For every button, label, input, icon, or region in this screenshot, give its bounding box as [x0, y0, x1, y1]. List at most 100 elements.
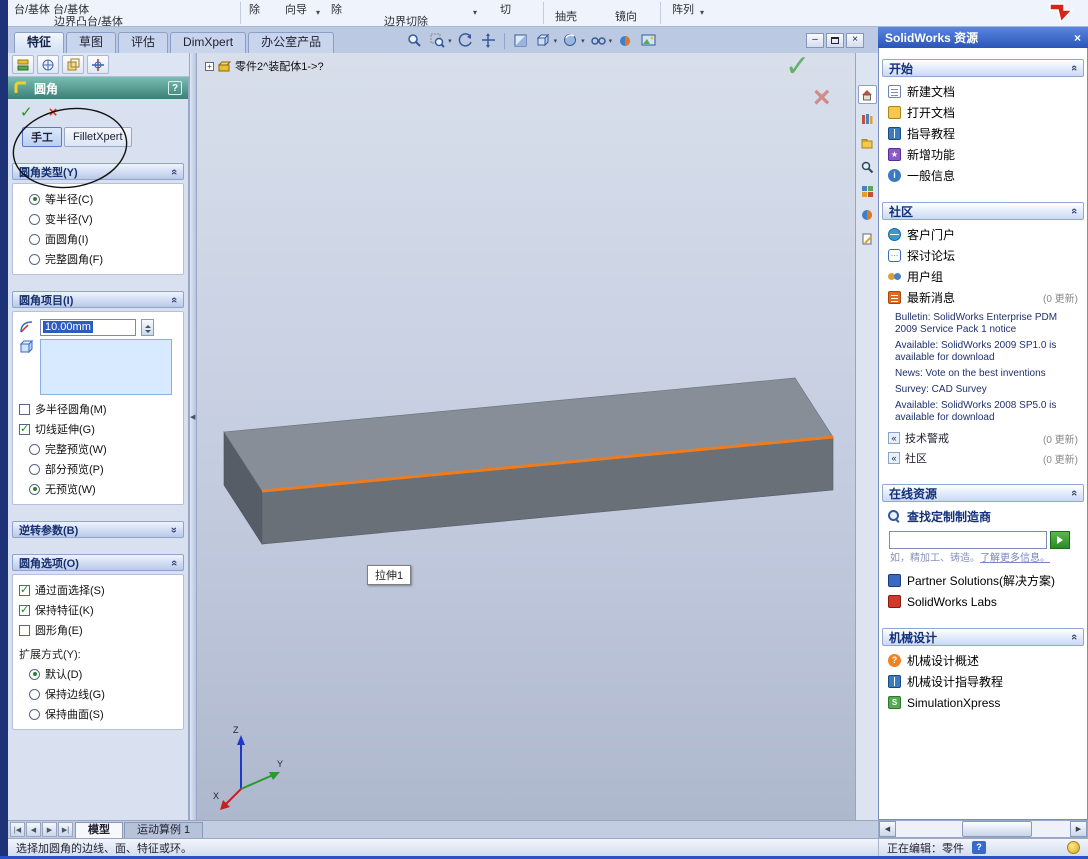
learn-more-link[interactable]: 了解更多信息。: [980, 553, 1050, 564]
section-header-start[interactable]: 开始 «: [882, 59, 1084, 77]
item-solidworks-labs[interactable]: SolidWorks Labs: [879, 591, 1087, 612]
item-tutorials[interactable]: 指导教程: [879, 123, 1087, 144]
news-link[interactable]: News: Vote on the best inventions: [895, 368, 1079, 380]
item-simulationxpress[interactable]: SimulationXpress: [879, 692, 1087, 713]
radio-default[interactable]: 默认(D): [19, 664, 177, 684]
link-technical-alerts[interactable]: « 技术警戒 (0 更新): [879, 428, 1087, 448]
solidworks-resources-tab-icon[interactable]: [857, 85, 877, 104]
scrollbar-track[interactable]: [896, 821, 1070, 837]
apply-scene-icon[interactable]: [638, 31, 659, 50]
dropdown-caret-icon[interactable]: ▾: [473, 8, 477, 17]
quick-tips-icon[interactable]: ?: [972, 841, 986, 854]
edit-appearance-icon[interactable]: [615, 31, 636, 50]
fillet-type-group-header[interactable]: 圆角类型(Y) «: [12, 163, 184, 180]
scrollbar-thumb[interactable]: [962, 821, 1032, 837]
section-view-icon[interactable]: [510, 31, 531, 50]
help-circle-icon[interactable]: [1067, 841, 1080, 854]
item-find-manufacturer[interactable]: 查找定制制造商: [879, 506, 1087, 527]
news-link[interactable]: Survey: CAD Survey: [895, 384, 1079, 396]
minimize-button[interactable]: –: [806, 33, 824, 48]
tab-dimxpert[interactable]: DimXpert: [170, 32, 247, 53]
search-tab-icon[interactable]: [858, 157, 877, 176]
scroll-left-button[interactable]: ◀: [879, 821, 896, 837]
taskpane-close-button[interactable]: ×: [1074, 32, 1081, 44]
item-user-groups[interactable]: 用户组: [879, 266, 1087, 287]
tab-sketch[interactable]: 草图: [66, 32, 117, 53]
help-icon[interactable]: ?: [168, 81, 182, 95]
previous-tab-button[interactable]: ◀: [26, 822, 41, 837]
manual-tab-button[interactable]: 手工: [22, 127, 62, 147]
cancel-button[interactable]: ×: [49, 104, 58, 121]
view-orientation-icon[interactable]: [533, 31, 554, 50]
news-link[interactable]: Bulletin: SolidWorks Enterprise PDM 2009…: [895, 312, 1079, 336]
tab-model[interactable]: 模型: [75, 822, 123, 838]
expand-icon[interactable]: +: [205, 61, 214, 71]
radio-constant-radius[interactable]: 等半径(C): [19, 189, 177, 209]
radio-keep-edge[interactable]: 保持边线(G): [19, 684, 177, 704]
checkbox-select-through-faces[interactable]: 通过面选择(S): [19, 580, 177, 600]
dropdown-caret-icon[interactable]: ▾: [448, 37, 452, 45]
collapse-panel-icon[interactable]: ◀: [190, 413, 195, 421]
filletxpert-tab-button[interactable]: FilletXpert: [64, 127, 132, 147]
configurationmanager-tab-icon[interactable]: [62, 55, 84, 74]
view-palette-tab-icon[interactable]: [858, 181, 877, 200]
dropdown-caret-icon[interactable]: ▾: [609, 37, 613, 45]
item-new-document[interactable]: 新建文档: [879, 81, 1087, 102]
link-community[interactable]: « 社区 (0 更新): [879, 448, 1087, 468]
dimxpertmanager-tab-icon[interactable]: [87, 55, 109, 74]
item-whats-new[interactable]: 新增功能: [879, 144, 1087, 165]
appearances-scenes-tab-icon[interactable]: [858, 205, 877, 224]
restore-button[interactable]: [826, 33, 844, 48]
radio-full-preview[interactable]: 完整预览(W): [19, 439, 177, 459]
design-library-tab-icon[interactable]: [858, 109, 877, 128]
news-link[interactable]: Available: SolidWorks 2008 SP5.0 is avai…: [895, 400, 1079, 424]
tab-motion-study[interactable]: 运动算例 1: [124, 822, 204, 838]
toolbar-shell-button[interactable]: 抽壳: [555, 8, 577, 24]
radio-partial-preview[interactable]: 部分预览(P): [19, 459, 177, 479]
taskpane-horizontal-scrollbar[interactable]: ◀ ▶: [878, 820, 1088, 838]
confirm-ok-mark[interactable]: ✓: [785, 53, 810, 84]
item-partner-solutions[interactable]: Partner Solutions(解决方案): [879, 570, 1087, 591]
item-latest-news[interactable]: 最新消息 (0 更新): [879, 287, 1087, 308]
search-go-button[interactable]: [1050, 531, 1070, 549]
checkbox-tangent-propagation[interactable]: 切线延伸(G): [19, 419, 177, 439]
section-header-community[interactable]: 社区 «: [882, 202, 1084, 220]
panel-splitter[interactable]: ◀: [189, 53, 197, 820]
dropdown-caret-icon[interactable]: ▾: [554, 37, 558, 45]
tab-features[interactable]: 特征: [14, 32, 65, 53]
item-machine-design-overview[interactable]: 机械设计概述: [879, 650, 1087, 671]
toolbar-lofted-cut-button[interactable]: 切: [500, 1, 511, 17]
ok-button[interactable]: ✓: [20, 103, 33, 121]
radio-variable-radius[interactable]: 变半径(V): [19, 209, 177, 229]
toolbar-mirror-button[interactable]: 镜向: [615, 8, 637, 24]
close-document-button[interactable]: ×: [846, 33, 864, 48]
radius-input[interactable]: 10.00mm: [40, 318, 136, 336]
display-style-icon[interactable]: [560, 31, 581, 50]
news-link[interactable]: Available: SolidWorks 2009 SP1.0 is avai…: [895, 340, 1079, 364]
items-to-fillet-group-header[interactable]: 圆角项目(I) «: [12, 291, 184, 308]
toolbar-extruded-cut-button[interactable]: 除: [249, 1, 260, 17]
item-discussion-forum[interactable]: 探讨论坛: [879, 245, 1087, 266]
pan-icon[interactable]: [478, 31, 499, 50]
feature-tree-node[interactable]: + 零件2^装配体1->?: [205, 58, 324, 74]
checkbox-round-corners[interactable]: 圆形角(E): [19, 620, 177, 640]
tab-evaluate[interactable]: 评估: [118, 32, 169, 53]
setback-parameters-group-header[interactable]: 逆转参数(B) «: [12, 521, 184, 538]
dropdown-caret-icon[interactable]: ▾: [700, 8, 704, 17]
file-explorer-tab-icon[interactable]: [858, 133, 877, 152]
part-model[interactable]: [197, 53, 855, 820]
scroll-right-button[interactable]: ▶: [1070, 821, 1087, 837]
fillet-options-group-header[interactable]: 圆角选项(O) «: [12, 554, 184, 571]
radio-keep-surface[interactable]: 保持曲面(S): [19, 704, 177, 724]
custom-properties-tab-icon[interactable]: [858, 229, 877, 248]
radio-face-fillet[interactable]: 面圆角(I): [19, 229, 177, 249]
toolbar-revolved-cut-button[interactable]: 除: [331, 1, 342, 17]
first-tab-button[interactable]: |◀: [10, 822, 25, 837]
item-open-document[interactable]: 打开文档: [879, 102, 1087, 123]
previous-view-icon[interactable]: [455, 31, 476, 50]
item-machine-design-tutorials[interactable]: 机械设计指导教程: [879, 671, 1087, 692]
item-customer-portal[interactable]: 客户门户: [879, 224, 1087, 245]
section-header-online-resources[interactable]: 在线资源 «: [882, 484, 1084, 502]
radio-no-preview[interactable]: 无预览(W): [19, 479, 177, 499]
manufacturer-search-input[interactable]: [889, 531, 1047, 549]
